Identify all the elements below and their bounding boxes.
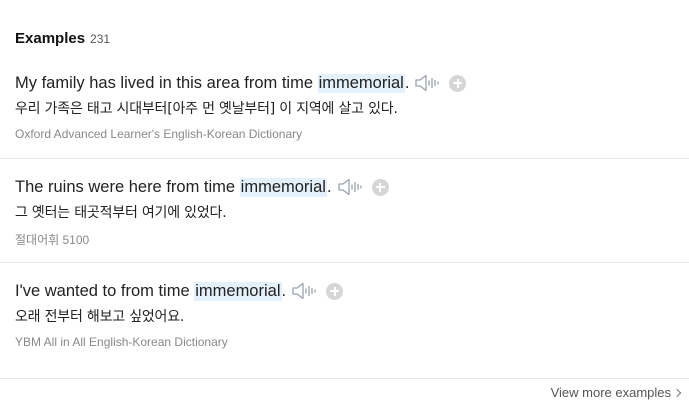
sentence-text: My family has lived in this area from ti… [15, 73, 318, 92]
example-sentence: My family has lived in this area from ti… [15, 72, 689, 94]
chevron-right-icon [672, 388, 682, 397]
example-sentence: I've wanted to from time immemorial. [15, 280, 689, 302]
speaker-icon[interactable] [415, 74, 440, 92]
sentence-text: I've wanted to from time [15, 281, 195, 300]
add-to-wordbook-button[interactable] [326, 282, 344, 300]
divider [0, 262, 689, 263]
examples-header: Examples 231 [15, 30, 110, 47]
divider [0, 158, 689, 159]
example-item: My family has lived in this area from ti… [15, 72, 689, 141]
examples-count: 231 [90, 32, 111, 46]
sentence-end: . [281, 281, 287, 300]
speaker-icon[interactable] [292, 282, 316, 300]
sentence-end: . [404, 73, 410, 92]
divider [0, 378, 689, 379]
example-item: I've wanted to from time immemorial. 오래 … [15, 280, 689, 349]
example-source: YBM All in All English-Korean Dictionary [15, 335, 228, 349]
examples-title: Examples [15, 30, 86, 47]
example-source: Oxford Advanced Learner's English-Korean… [15, 127, 303, 141]
example-translation: 우리 가족은 태고 시대부터[아주 먼 옛날부터] 이 지역에 살고 있다. [15, 101, 398, 117]
view-more-label: View more examples [550, 385, 671, 400]
example-sentence: The ruins were here from time immemorial… [15, 176, 689, 198]
sentence-text: The ruins were here from time [15, 177, 240, 196]
sentence-end: . [326, 177, 332, 196]
add-to-wordbook-button[interactable] [371, 178, 389, 196]
example-translation: 그 옛터는 태곳적부터 여기에 있었다. [15, 205, 227, 221]
view-more-examples-link[interactable]: View more examples [550, 385, 682, 400]
highlighted-word: immemorial [239, 177, 327, 197]
example-translation: 오래 전부터 해보고 싶었어요. [15, 309, 185, 325]
example-item: The ruins were here from time immemorial… [15, 176, 689, 248]
speaker-icon[interactable] [337, 178, 362, 196]
highlighted-word: immemorial [194, 281, 282, 301]
add-to-wordbook-button[interactable] [449, 74, 467, 92]
highlighted-word: immemorial [317, 73, 405, 93]
example-source: 절대어휘 5100 [15, 233, 90, 247]
